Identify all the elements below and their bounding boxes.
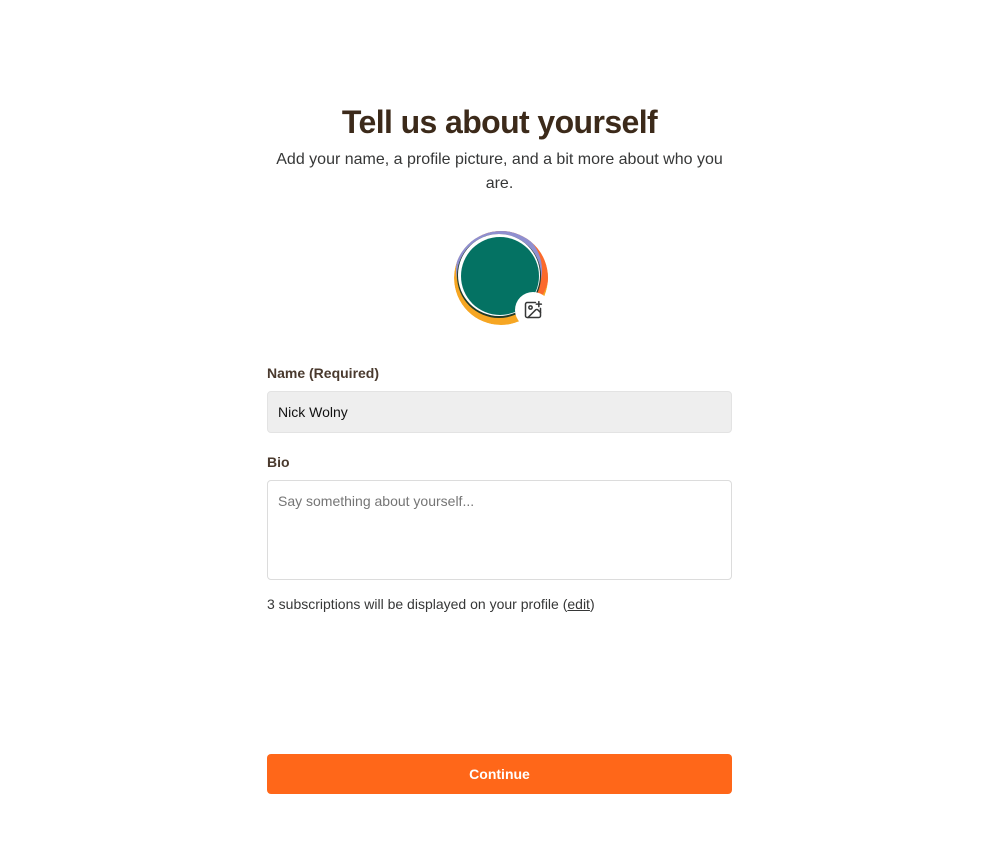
page-title: Tell us about yourself <box>341 104 658 140</box>
avatar-upload-button[interactable] <box>515 292 551 328</box>
name-label: Name (Required) <box>267 365 380 381</box>
avatar[interactable] <box>453 230 551 328</box>
page-subtitle: Add your name, a profile picture, and a … <box>276 151 723 192</box>
subscriptions-close: ) <box>589 596 595 612</box>
name-input[interactable] <box>267 391 732 433</box>
subscriptions-note: 3 subscriptions will be displayed on you… <box>267 596 595 612</box>
subscriptions-edit-link[interactable]: edit <box>567 596 590 612</box>
continue-button[interactable]: Continue <box>267 754 732 794</box>
bio-label: Bio <box>267 454 290 470</box>
image-add-icon <box>524 300 543 319</box>
subscriptions-text: 3 subscriptions will be displayed on you… <box>267 596 568 612</box>
bio-textarea[interactable] <box>267 480 732 580</box>
